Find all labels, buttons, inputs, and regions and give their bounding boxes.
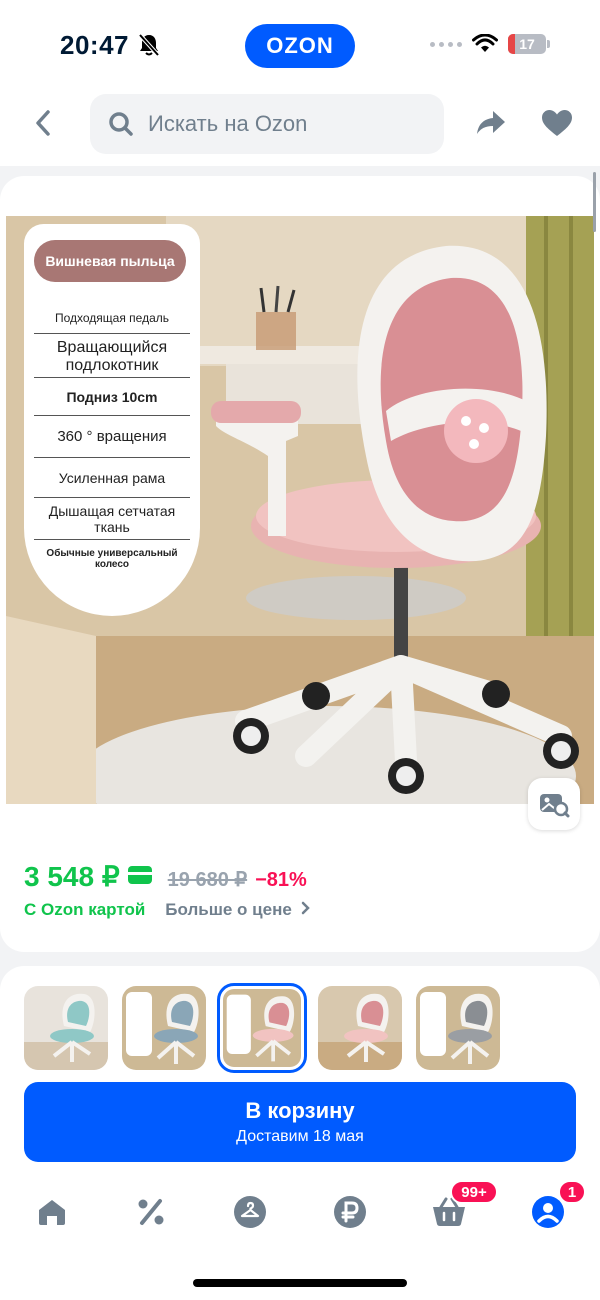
variant-thumbnail-pink[interactable]	[318, 986, 402, 1070]
feature-item: Подходящая педаль	[34, 304, 190, 334]
chevron-left-icon	[36, 110, 50, 136]
bottom-nav: 99+ 1	[0, 1180, 600, 1242]
home-indicator	[193, 1279, 407, 1287]
delivery-date-label: Доставим 18 мая	[236, 1128, 364, 1145]
battery-tip	[547, 40, 550, 48]
product-photo[interactable]: Вишневая пыльца Подходящая педаль Вращаю…	[6, 216, 594, 804]
status-bar: 20:47 OZON 17	[0, 0, 600, 90]
current-price: 3 548 ₽	[24, 861, 120, 892]
feature-item: Обычные универсальный колесо	[46, 548, 178, 570]
image-search-icon	[540, 794, 570, 818]
cart-count-badge: 99+	[450, 1180, 498, 1204]
add-to-cart-label: В корзину	[245, 1098, 355, 1123]
feature-item: Подниз 10cm	[34, 380, 190, 416]
price-row: 3 548 ₽ 19 680 ₽ −81%	[24, 860, 307, 893]
image-search-button[interactable]	[528, 778, 580, 830]
add-to-cart-button[interactable]: В корзину Доставим 18 мая	[24, 1082, 576, 1162]
variant-thumbnail-pink-selected[interactable]	[217, 983, 307, 1073]
variant-thumbnail-blue[interactable]	[122, 986, 206, 1070]
nav-payments[interactable]	[330, 1192, 370, 1232]
search-icon	[109, 112, 133, 136]
variant-thumbnail-teal[interactable]	[24, 986, 108, 1070]
back-button[interactable]	[28, 108, 58, 138]
search-placeholder: Искать на Ozon	[148, 111, 308, 136]
chevron-right-icon	[301, 901, 310, 915]
discount-badge: −81%	[255, 869, 307, 891]
variant-thumbnails	[24, 983, 500, 1073]
feature-item: Вращающийся подлокотник	[34, 336, 190, 378]
features-panel: Вишневая пыльца Подходящая педаль Вращаю…	[24, 224, 200, 616]
feature-item: Дышащая сетчатая ткань	[34, 500, 190, 540]
with-ozon-card-label: С Ozon картой	[24, 900, 146, 919]
scrollbar[interactable]	[593, 172, 596, 232]
more-about-price-link[interactable]: Больше о цене	[165, 900, 310, 920]
top-header: Искать на Ozon	[0, 90, 600, 166]
percent-icon	[138, 1199, 164, 1225]
variant-thumbnail-grey[interactable]	[416, 986, 500, 1070]
status-time: 20:47	[60, 30, 129, 60]
feature-item: Усиленная рама	[34, 460, 190, 498]
nav-discounts[interactable]	[131, 1192, 171, 1232]
share-icon[interactable]	[474, 106, 508, 140]
features-title: Вишневая пыльца	[34, 240, 186, 282]
profile-notification-badge: 1	[558, 1180, 586, 1204]
bell-muted-icon	[138, 33, 160, 57]
nav-home[interactable]	[32, 1192, 72, 1232]
home-icon	[39, 1200, 65, 1225]
hanger-icon	[234, 1196, 266, 1228]
old-price: 19 680 ₽	[167, 869, 248, 891]
search-input[interactable]: Искать на Ozon	[90, 94, 444, 154]
feature-item: 360 ° вращения	[34, 418, 190, 458]
product-card: Вишневая пыльца Подходящая педаль Вращаю…	[0, 176, 600, 952]
price-subline: С Ozon картой Больше о цене	[24, 900, 311, 920]
bottom-panel: В корзину Доставим 18 мая 99+ 1	[0, 966, 600, 1300]
battery-icon: 17	[508, 34, 546, 54]
favorite-heart-icon[interactable]	[540, 108, 574, 138]
cellular-signal-icon	[430, 42, 462, 47]
ozon-card-icon	[127, 866, 152, 884]
wifi-icon	[472, 34, 498, 52]
profile-icon	[532, 1196, 564, 1228]
ozon-logo-pill[interactable]: OZON	[245, 24, 355, 68]
nav-fresh[interactable]	[230, 1192, 270, 1232]
ruble-icon	[334, 1196, 366, 1228]
